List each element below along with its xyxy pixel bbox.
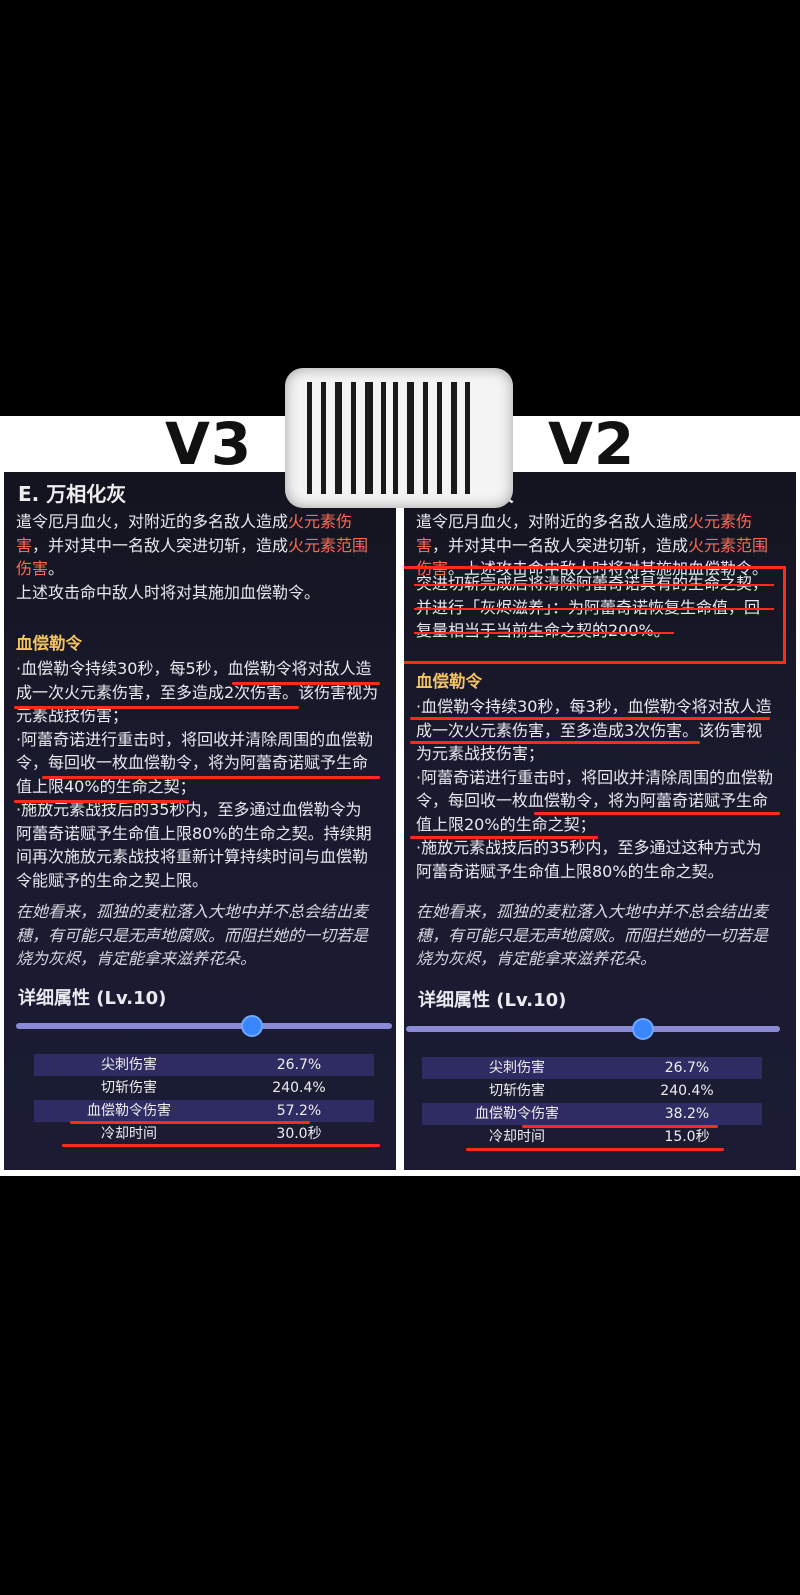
red-underline xyxy=(410,836,598,839)
stat-row: 冷却时间 30.0秒 xyxy=(101,1126,322,1142)
red-underline xyxy=(14,706,299,709)
red-underline xyxy=(534,812,780,815)
blood-debt-body: ·血偿勒令持续30秒，每5秒，血偿勒令将对敌人造 成一次火元素伤害，至多造成2次… xyxy=(16,659,379,890)
skill-description: 遣令厄月血火，对附近的多名敌人造成火元素伤 害，并对其中一名敌人突进切斩，造成火… xyxy=(16,512,369,602)
red-underline xyxy=(522,1125,718,1128)
bottom-white-band xyxy=(0,1170,800,1176)
right-skill-panel: 灰 遣令厄月血火，对附近的多名敌人造成火元素伤 害，并对其中一名敌人突进切斩，造… xyxy=(400,472,800,1170)
left-version-label: V3 xyxy=(165,410,253,478)
stat-row: 尖刺伤害 26.7% xyxy=(422,1057,762,1079)
attributes-title: 详细属性 (Lv.10) xyxy=(18,988,167,1009)
barcode-sticker xyxy=(285,368,513,508)
left-skill-panel: E. 万相化灰 遣令厄月血火，对附近的多名敌人造成火元素伤 害，并对其中一名敌人… xyxy=(0,472,400,1170)
skill-title: E. 万相化灰 xyxy=(18,482,127,506)
level-slider[interactable] xyxy=(16,1023,392,1029)
level-slider-knob[interactable] xyxy=(634,1020,652,1038)
stat-row: 冷却时间 15.0秒 xyxy=(489,1129,710,1145)
red-underline xyxy=(42,776,380,779)
red-underline xyxy=(14,800,189,803)
blood-debt-body: ·血偿勒令持续30秒，每3秒，血偿勒令将对敌人造 成一次火元素伤害，至多造成3次… xyxy=(416,697,774,881)
level-slider[interactable] xyxy=(406,1026,780,1032)
section-title-blood-debt: 血偿勒令 xyxy=(416,672,482,691)
stat-row: 血偿勒令伤害 57.2% xyxy=(34,1100,374,1122)
red-underline xyxy=(62,1144,380,1147)
flavor-text: 在她看来，孤独的麦粒落入大地中并不总会结出麦 穗，有可能只是无声地腐败。而阻拦她… xyxy=(416,902,769,968)
red-underline xyxy=(466,1148,724,1151)
strike-line xyxy=(414,608,774,610)
stat-row: 切斩伤害 240.4% xyxy=(489,1083,714,1099)
attributes-title: 详细属性 (Lv.10) xyxy=(418,990,567,1011)
strike-line xyxy=(414,632,674,634)
strike-line xyxy=(414,584,774,586)
flavor-text: 在她看来，孤独的麦粒落入大地中并不总会结出麦 穗，有可能只是无声地腐败。而阻拦她… xyxy=(16,902,369,968)
right-version-label: V2 xyxy=(548,410,636,478)
stat-row: 尖刺伤害 26.7% xyxy=(34,1054,374,1076)
red-underline xyxy=(232,682,380,685)
red-underline xyxy=(410,741,700,744)
stat-row: 切斩伤害 240.4% xyxy=(101,1080,326,1096)
red-underline xyxy=(70,1121,310,1124)
red-underline xyxy=(410,717,770,720)
level-slider-knob[interactable] xyxy=(243,1017,261,1035)
stat-row: 血偿勒令伤害 38.2% xyxy=(422,1103,762,1125)
section-title-blood-debt: 血偿勒令 xyxy=(16,634,82,653)
